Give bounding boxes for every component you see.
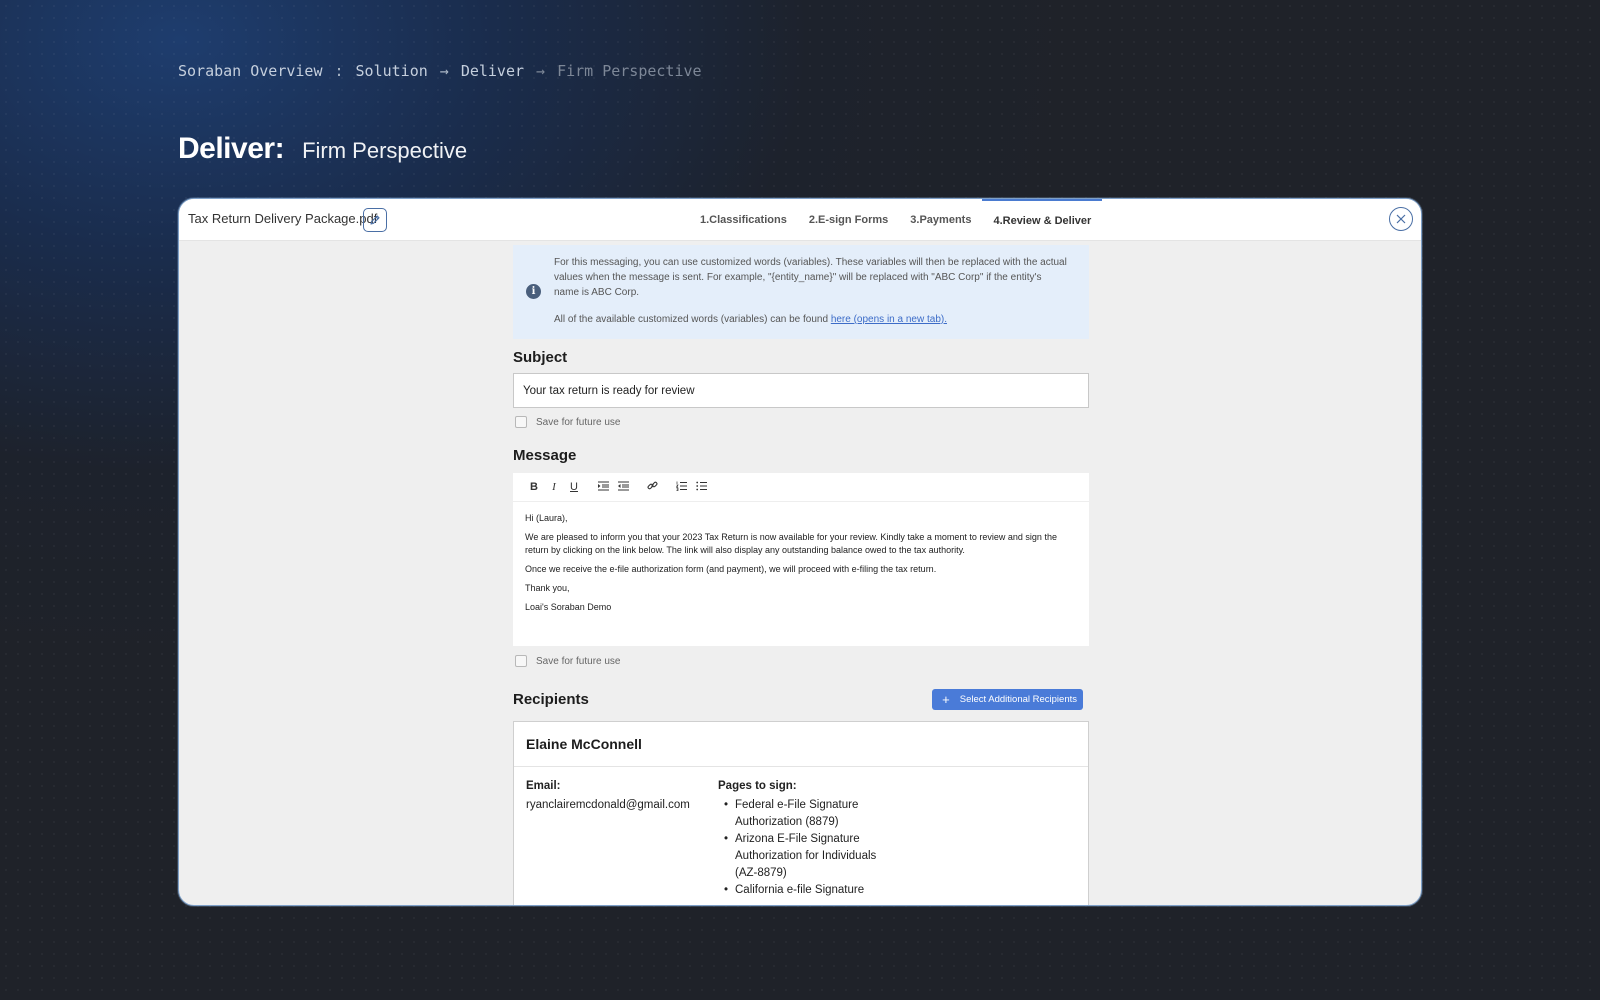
close-icon <box>1396 214 1406 224</box>
breadcrumb-arrow-icon: → <box>439 62 449 80</box>
subject-save-row: Save for future use <box>513 416 1089 428</box>
message-line: We are pleased to inform you that your 2… <box>525 532 1057 555</box>
list-item: Federal e-File Signature Authorization (… <box>718 797 898 831</box>
recipient-card: Elaine McConnell Email: ryanclairemcdona… <box>513 721 1089 905</box>
subject-save-checkbox[interactable] <box>515 416 527 428</box>
select-additional-recipients-button[interactable]: + Select Additional Recipients <box>932 689 1083 710</box>
breadcrumb-arrow-icon: → <box>536 62 546 80</box>
message-save-label: Save for future use <box>536 655 621 667</box>
message-save-row: Save for future use <box>513 655 1089 667</box>
page-title-bold: Deliver: <box>178 132 285 165</box>
outdent-button[interactable] <box>613 481 633 494</box>
outdent-icon <box>617 481 629 490</box>
message-heading: Message <box>513 447 577 464</box>
editor-toolbar: B I U <box>513 473 1089 502</box>
subject-save-label: Save for future use <box>536 416 621 428</box>
breadcrumb: Soraban Overview : Solution → Deliver → … <box>178 62 702 80</box>
page-title-subtitle: Firm Perspective <box>302 138 468 163</box>
message-line: Once we receive the e-file authorization… <box>525 564 937 574</box>
filename: Tax Return Delivery Package.pdf <box>188 211 378 226</box>
message-line: Thank you, <box>525 583 570 593</box>
message-line: Hi (Laura), <box>525 513 568 523</box>
variables-info-banner: i For this messaging, you can use custom… <box>513 245 1089 339</box>
indent-button[interactable] <box>593 481 613 494</box>
variables-help-link[interactable]: here (opens in a new tab). <box>831 314 947 325</box>
message-save-checkbox[interactable] <box>515 655 527 667</box>
pages-to-sign-column: Pages to sign: Federal e-File Signature … <box>718 780 898 899</box>
plus-icon: + <box>942 692 950 707</box>
info-text-variables: All of the available customized words (v… <box>554 314 947 325</box>
italic-button[interactable]: I <box>544 481 564 493</box>
tab-esign-forms[interactable]: 2.E-sign Forms <box>798 199 899 241</box>
info-icon: i <box>526 284 541 299</box>
tab-payments[interactable]: 3.Payments <box>899 199 982 241</box>
list-item: Arizona E-File Signature Authorization f… <box>718 831 898 882</box>
link-icon <box>647 481 657 490</box>
subject-input[interactable]: Your tax return is ready for review <box>513 373 1089 408</box>
recipient-name: Elaine McConnell <box>514 722 1088 767</box>
ordered-list-button[interactable] <box>671 481 691 494</box>
bold-button[interactable]: B <box>524 481 544 493</box>
list-item: California e-file Signature <box>718 882 898 899</box>
message-editor[interactable]: B I U Hi (Laura), We are pleased to info… <box>513 473 1089 646</box>
subject-heading: Subject <box>513 349 568 366</box>
message-line: Loai's Soraban Demo <box>525 602 612 612</box>
close-button[interactable] <box>1389 207 1413 231</box>
ordered-list-icon <box>675 481 687 491</box>
breadcrumb-deliver[interactable]: Deliver <box>461 62 524 80</box>
info-text: For this messaging, you can use customiz… <box>554 257 1067 298</box>
pages-label: Pages to sign: <box>718 780 797 792</box>
recipient-details: Email: ryanclairemcdonald@gmail.com Page… <box>514 767 1088 905</box>
underline-button[interactable]: U <box>564 481 584 493</box>
tab-review-deliver[interactable]: 4.Review & Deliver <box>982 199 1103 241</box>
review-deliver-form: i For this messaging, you can use custom… <box>513 245 1089 905</box>
breadcrumb-root[interactable]: Soraban Overview <box>178 62 323 80</box>
pencil-icon <box>370 215 380 225</box>
email-label: Email: <box>526 780 561 792</box>
edit-filename-button[interactable] <box>363 208 387 232</box>
link-button[interactable] <box>642 480 662 494</box>
step-tabs: 1.Classifications 2.E-sign Forms 3.Payme… <box>689 199 1103 241</box>
message-body[interactable]: Hi (Laura), We are pleased to inform you… <box>513 502 1089 630</box>
breadcrumb-current: Firm Perspective <box>557 62 702 80</box>
pages-list: Federal e-File Signature Authorization (… <box>718 797 898 899</box>
select-recipients-label: Select Additional Recipients <box>959 694 1077 705</box>
recipients-heading: Recipients <box>513 691 589 708</box>
page-title: Deliver: Firm Perspective <box>178 132 467 166</box>
app-window: Tax Return Delivery Package.pdf 1.Classi… <box>178 198 1422 906</box>
recipient-email: ryanclairemcdonald@gmail.com <box>526 799 690 811</box>
indent-icon <box>597 481 609 490</box>
breadcrumb-solution[interactable]: Solution <box>356 62 428 80</box>
window-topbar: Tax Return Delivery Package.pdf 1.Classi… <box>179 199 1421 241</box>
breadcrumb-separator: : <box>334 62 344 80</box>
bullet-list-button[interactable] <box>691 481 711 494</box>
tab-classifications[interactable]: 1.Classifications <box>689 199 798 241</box>
recipient-email-column: Email: ryanclairemcdonald@gmail.com <box>526 780 718 899</box>
recipients-header: Recipients + Select Additional Recipient… <box>513 689 1089 710</box>
bullet-list-icon <box>695 481 707 490</box>
